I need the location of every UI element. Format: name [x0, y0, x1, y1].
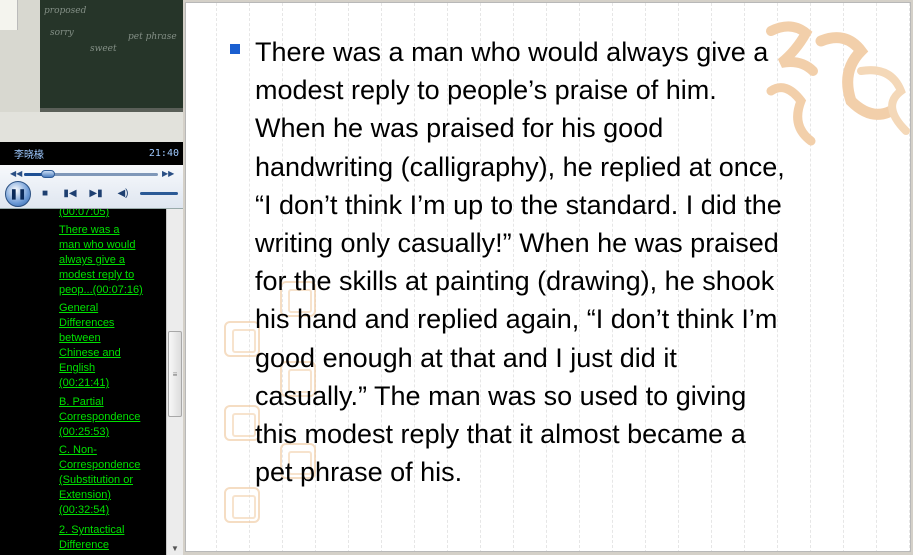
- player-controls: ◀◀ ▶▶ ❚❚ ■ ▮◀ ▶▮ ◀): [0, 165, 183, 209]
- chapter-link-line: (00:07:05): [59, 209, 110, 218]
- slide-text-line: modest reply to people’s praise of him.: [255, 75, 717, 106]
- slide-frame: There was a man who would always give a m…: [183, 0, 913, 555]
- chapter-link[interactable]: (00:07:05): [59, 209, 163, 220]
- mute-button[interactable]: ◀): [112, 182, 134, 204]
- player-info-bar: 李晓椽 21:40: [0, 142, 183, 165]
- chapter-link-line: man who would: [59, 239, 136, 251]
- chapter-link[interactable]: 2. Syntactical Difference: [59, 523, 163, 553]
- chalk-text: sweet: [90, 44, 117, 54]
- grid-line: [249, 3, 250, 551]
- app-window: proposed sorry pet phrase sweet 李晓椽 21:4…: [0, 0, 913, 555]
- chapter-link-line: (00:32:54): [59, 504, 110, 516]
- stop-button[interactable]: ■: [34, 182, 56, 204]
- chapter-list: (00:07:05) There was a man who would always…: [0, 209, 166, 555]
- chalk-text: sorry: [50, 28, 74, 38]
- chapter-link[interactable]: B. Partial Correspondence (00:25:53): [59, 395, 163, 440]
- chapter-link-line: Chinese and: [59, 347, 121, 359]
- slide-text-line: There was a man who would always give a: [255, 37, 769, 67]
- bullet-icon: [230, 44, 240, 54]
- slide-text-line: handwriting (calligraphy), he replied at…: [255, 151, 785, 182]
- chapter-link-line: (00:21:41): [59, 377, 110, 389]
- slide-text-line: this modest reply that it almost became …: [255, 419, 746, 450]
- chapter-link-line: always give a: [59, 254, 126, 266]
- slide-text-line: “I don’t think I’m up to the standard. I…: [255, 189, 782, 220]
- video-view[interactable]: proposed sorry pet phrase sweet: [0, 0, 183, 142]
- chapter-link-line: modest reply to: [59, 269, 135, 281]
- scroll-down-icon[interactable]: ▼: [171, 544, 179, 553]
- chapter-link[interactable]: General Differences between Chinese and Engl…: [59, 301, 163, 391]
- chapter-link-line: Extension): [59, 489, 111, 501]
- chapter-link-line: 2. Syntactical: [59, 524, 125, 536]
- slide-text-line: casually.” The man was so used to giving: [255, 380, 747, 411]
- chapter-link-line: (00:25:53): [59, 426, 110, 438]
- chapter-link-line: peop...(00:07:16): [59, 284, 143, 296]
- chapter-link[interactable]: There was a man who would always give a mod…: [59, 223, 163, 298]
- chapter-list-scrollbar[interactable]: ≡ ▼: [166, 209, 183, 555]
- previous-icon: ▮◀: [63, 187, 77, 199]
- stop-icon: ■: [41, 187, 49, 199]
- video-floor: [0, 112, 183, 142]
- play-pause-button[interactable]: ❚❚: [5, 181, 31, 207]
- chapter-link-line: General: [59, 302, 99, 314]
- pause-icon: ❚❚: [9, 188, 27, 200]
- next-button[interactable]: ▶▮: [85, 182, 107, 204]
- chapter-link-line: Differences: [59, 317, 115, 329]
- volume-icon: ◀): [117, 187, 129, 199]
- presenter-name: 李晓椽: [14, 150, 44, 161]
- seek-bar[interactable]: ◀◀ ▶▶: [8, 169, 176, 178]
- fast-forward-icon[interactable]: ▶▶: [162, 169, 174, 178]
- slide-text-line: for the skills at painting (drawing), he…: [255, 266, 775, 297]
- seek-thumb[interactable]: [41, 170, 56, 178]
- chapter-link-line: between: [59, 332, 101, 344]
- slide-text-line: pet phrase of his.: [255, 457, 463, 488]
- chapter-link-line: C. Non-: [59, 444, 97, 456]
- seal-stamp-icon: [224, 487, 260, 523]
- grid-line: [216, 3, 217, 551]
- chapter-link-line: Correspondence: [59, 411, 141, 423]
- previous-button[interactable]: ▮◀: [59, 182, 81, 204]
- slide-text-line: When he was praised for his good: [255, 113, 664, 144]
- slide-text: There was a man who would always give a m…: [255, 33, 895, 491]
- chapter-link[interactable]: C. Non- Correspondence (Substitution or Ext…: [59, 443, 163, 518]
- video-blackboard: proposed sorry pet phrase sweet: [40, 0, 183, 112]
- chalk-text: pet phrase: [128, 32, 177, 42]
- slide: There was a man who would always give a m…: [185, 2, 911, 552]
- chapter-link-line: (Substitution or: [59, 474, 133, 486]
- rewind-icon[interactable]: ◀◀: [10, 169, 22, 178]
- playback-time: 21:40: [148, 148, 179, 159]
- chalk-text: proposed: [44, 6, 87, 16]
- slide-text-line: writing only casually!” When he was prai…: [255, 228, 779, 259]
- chapter-link-line: Difference: [59, 539, 109, 551]
- chapter-link-line: Correspondence: [59, 459, 141, 471]
- chapter-link-line: There was a: [59, 224, 120, 236]
- volume-slider[interactable]: [140, 192, 178, 195]
- chapter-link-line: B. Partial: [59, 396, 104, 408]
- slide-text-line: good enough at that and I just did it: [255, 342, 677, 373]
- chapter-link-line: English: [59, 362, 96, 374]
- next-icon: ▶▮: [89, 187, 103, 199]
- video-paper: [0, 0, 18, 30]
- scrollbar-thumb[interactable]: ≡: [168, 331, 182, 417]
- slide-text-line: his hand and replied again, “I don’t thi…: [255, 304, 778, 335]
